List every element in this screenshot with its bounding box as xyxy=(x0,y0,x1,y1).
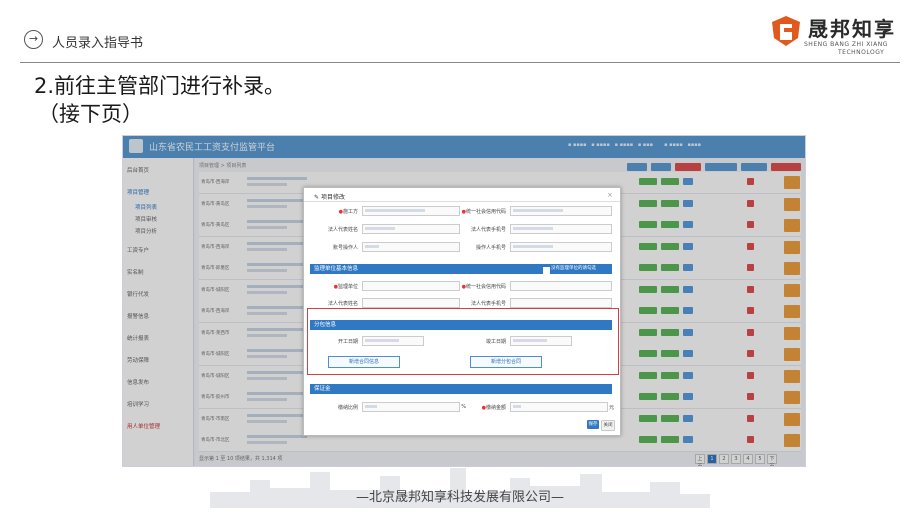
add-subcontract-button[interactable]: 新增分包合同 xyxy=(470,356,542,368)
edit-project-modal: ✎ 项目修改 × ●施工方 ●统一社会信用代码 法人代表姓名 法人代表手机号 账… xyxy=(303,187,621,436)
deposit-amount-input[interactable] xyxy=(510,402,608,412)
builder-input[interactable] xyxy=(362,206,460,216)
operator-phone-input[interactable] xyxy=(510,242,612,252)
start-date-label: 开工日期 xyxy=(337,339,358,345)
modal-divider xyxy=(304,201,620,202)
end-date-label: 竣工日期 xyxy=(485,339,506,345)
sup-credit-input[interactable] xyxy=(510,281,612,291)
operator-phone-label: 操作人手机号 xyxy=(475,245,506,251)
start-date-input[interactable] xyxy=(362,336,424,346)
no-supervision-label: 没有监理单位的请勾选 xyxy=(551,266,596,271)
add-contract-button[interactable]: 新增合同信息 xyxy=(328,356,400,368)
app-screenshot: 山东省农民工工资支付监管平台 ▪ ▪▪▪▪ ▪ ▪▪▪▪ ▪ ▪▪▪▪ ▪ ▪▪… xyxy=(122,135,806,467)
sup-credit-label: ●统一社会信用代码 xyxy=(461,284,506,290)
supervision-section-header: 监理单位基本信息 没有监理单位的请勾选 xyxy=(310,264,612,274)
account-manager-label: 账号操作人 xyxy=(332,245,358,251)
supervisor-label: ●监理单位 xyxy=(333,284,358,290)
no-supervision-checkbox[interactable] xyxy=(543,267,550,274)
step-heading: 2.前往主管部门进行补录。 xyxy=(34,74,286,98)
modal-title: ✎ 项目修改 xyxy=(314,194,345,201)
logo-text: 晟邦知享 xyxy=(808,17,896,41)
subcontract-section-header: 分包信息 xyxy=(310,320,612,330)
doc-title: 人员录入指导书 xyxy=(52,36,144,51)
builder-label: ●施工方 xyxy=(338,209,358,215)
close-icon[interactable]: × xyxy=(607,191,613,199)
deposit-section-header: 保证金 xyxy=(310,384,612,394)
arrow-circle-icon: → xyxy=(24,30,43,49)
header-divider xyxy=(20,62,900,63)
company-footer: —北京晟邦知享科技发展有限公司— xyxy=(355,490,564,505)
logo-icon xyxy=(772,16,800,46)
deposit-amount-label: ●缴纳金额 xyxy=(481,405,506,411)
save-button[interactable]: 保存 xyxy=(587,420,599,429)
legal-rep-input[interactable] xyxy=(362,224,460,234)
sup-legal-input[interactable] xyxy=(362,298,460,308)
deposit-ratio-label: 缴纳比例 xyxy=(337,405,358,411)
sup-phone-input[interactable] xyxy=(510,298,612,308)
end-date-input[interactable] xyxy=(510,336,572,346)
legal-phone-input[interactable] xyxy=(510,224,612,234)
supervisor-input[interactable] xyxy=(362,281,460,291)
legal-phone-label: 法人代表手机号 xyxy=(470,227,506,233)
legal-rep-label: 法人代表姓名 xyxy=(327,227,358,233)
deposit-ratio-input[interactable] xyxy=(362,402,460,412)
step-subheading: （接下页） xyxy=(38,102,143,126)
yuan-unit: 元 xyxy=(608,405,614,411)
credit-code-input[interactable] xyxy=(510,206,612,216)
account-manager-input[interactable] xyxy=(362,242,460,252)
sup-phone-label: 法人代表手机号 xyxy=(470,301,506,307)
logo-subtext-2: TECHNOLOGY xyxy=(838,49,885,56)
logo-subtext: SHENG BANG ZHI XIANG xyxy=(804,41,888,48)
close-button[interactable]: 关闭 xyxy=(601,420,615,431)
credit-code-label: ●统一社会信用代码 xyxy=(461,209,506,215)
sup-legal-label: 法人代表姓名 xyxy=(327,301,358,307)
